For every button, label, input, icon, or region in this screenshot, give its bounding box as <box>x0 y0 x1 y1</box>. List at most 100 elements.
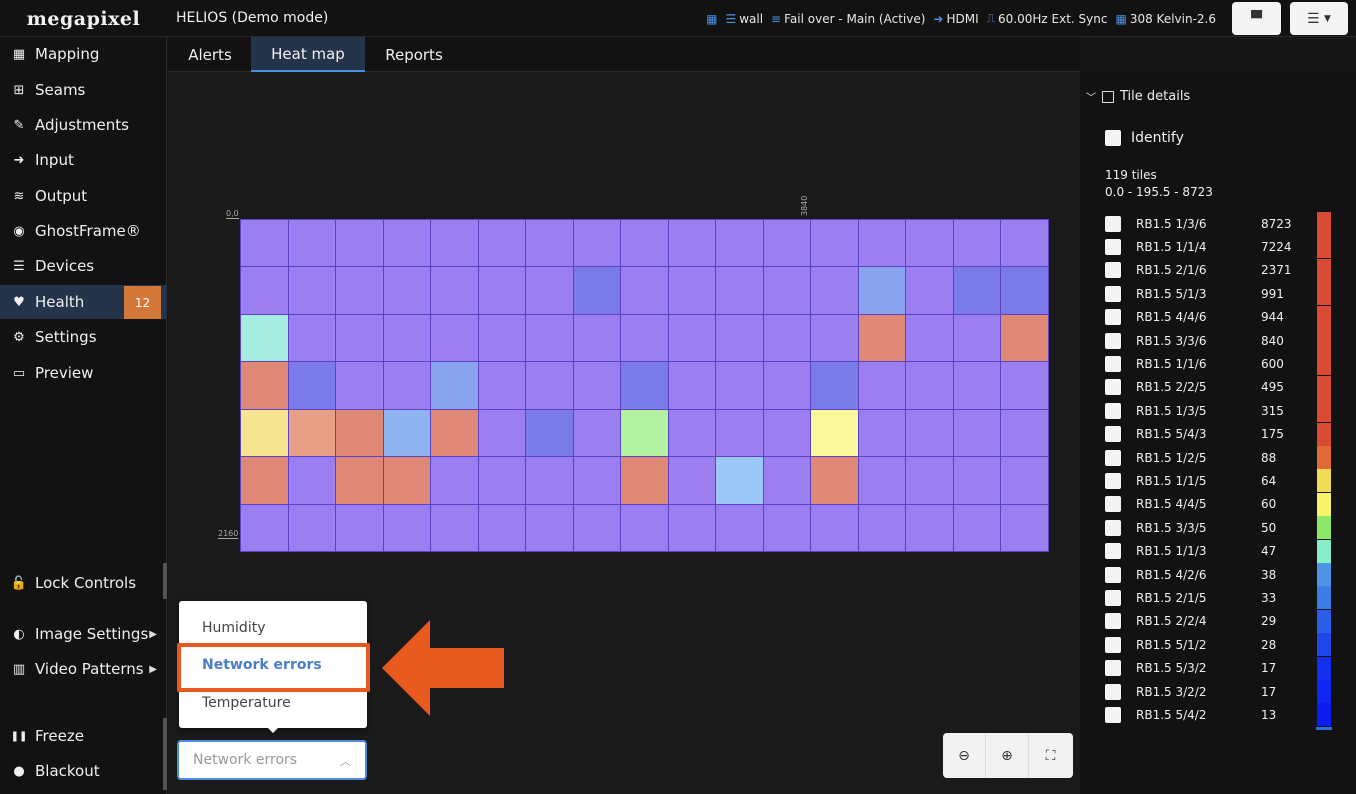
heatmap-tile[interactable] <box>667 313 717 363</box>
heatmap-tile[interactable] <box>905 361 954 410</box>
heatmap-tile[interactable] <box>525 503 574 552</box>
heatmap-tile[interactable] <box>1000 361 1049 410</box>
tile-row[interactable]: RB1.5 3/3/6 840 <box>1105 329 1345 352</box>
heatmap-tile[interactable] <box>382 361 432 410</box>
sidebar-item-adjustments[interactable]: ✎ Adjustments <box>0 108 167 142</box>
heatmap-tile[interactable] <box>905 503 954 552</box>
tile-row[interactable]: RB1.5 2/1/5 33 <box>1105 586 1345 610</box>
tile-checkbox[interactable] <box>1105 332 1121 349</box>
lock-controls-button[interactable]: 🔓 Lock Controls <box>0 566 167 600</box>
tile-checkbox[interactable] <box>1105 660 1121 677</box>
heatmap-tile[interactable] <box>525 456 574 505</box>
heatmap-tile[interactable] <box>572 313 622 363</box>
sidebar-item-ghostframe[interactable]: ◉ GhostFrame® <box>0 214 167 248</box>
tile-checkbox[interactable] <box>1105 309 1121 326</box>
heatmap-tile[interactable] <box>240 408 289 458</box>
heatmap-tile[interactable] <box>477 361 527 410</box>
heatmap-tile[interactable] <box>382 266 432 315</box>
heatmap-tile[interactable] <box>620 266 669 315</box>
heatmap-tile[interactable] <box>857 219 907 268</box>
heatmap-tile[interactable] <box>335 408 384 458</box>
tile-row[interactable]: RB1.5 4/2/6 38 <box>1105 563 1345 586</box>
heatmap-tile[interactable] <box>762 503 812 552</box>
heatmap-tile[interactable] <box>287 503 337 552</box>
tile-row[interactable]: RB1.5 4/4/5 60 <box>1105 492 1345 516</box>
heatmap-tile[interactable] <box>335 219 384 268</box>
tab-heat-map[interactable]: Heat map <box>251 37 365 72</box>
heatmap-tile[interactable] <box>620 408 669 458</box>
tile-row[interactable]: RB1.5 1/3/6 8723 <box>1105 212 1345 235</box>
metric-select[interactable]: Network errors ︿ <box>177 740 367 780</box>
resize-handle[interactable] <box>163 563 167 599</box>
heatmap-tile[interactable] <box>952 219 1002 268</box>
tile-checkbox[interactable] <box>1105 566 1121 583</box>
heatmap-tile[interactable] <box>762 313 812 363</box>
heatmap-tile[interactable] <box>715 503 764 552</box>
heatmap-tile[interactable] <box>240 313 289 363</box>
heatmap-tile[interactable] <box>667 361 717 410</box>
tile-checkbox[interactable] <box>1105 449 1121 466</box>
input-status[interactable]: ➜ HDMI <box>933 11 978 26</box>
heatmap-tile[interactable] <box>572 503 622 552</box>
resize-handle[interactable] <box>163 718 167 790</box>
heatmap-tile[interactable] <box>240 503 289 552</box>
heatmap-tile[interactable] <box>287 456 337 505</box>
heatmap-tile[interactable] <box>952 266 1002 315</box>
tile-row[interactable]: RB1.5 5/4/2 13 <box>1105 703 1345 727</box>
heatmap-tile[interactable] <box>715 219 764 268</box>
tile-row[interactable]: RB1.5 5/4/3 175 <box>1105 422 1345 446</box>
heatmap-tile[interactable] <box>905 219 954 268</box>
tile-checkbox[interactable] <box>1105 238 1121 255</box>
heatmap-tile[interactable] <box>620 503 669 552</box>
heatmap-tile[interactable] <box>762 361 812 410</box>
calendar-status[interactable]: ▦ <box>706 11 717 26</box>
heatmap-tile[interactable] <box>1000 503 1049 552</box>
tile-details-header[interactable]: ﹀ Tile details <box>1086 89 1190 104</box>
zoom-in-button[interactable]: ⊕ <box>986 733 1029 778</box>
heatmap-tile[interactable] <box>287 313 337 363</box>
heatmap-tile[interactable] <box>430 361 479 410</box>
sidebar-item-settings[interactable]: ⚙ Settings <box>0 320 167 354</box>
heatmap-tile[interactable] <box>572 266 622 315</box>
heatmap-tile[interactable] <box>525 219 574 268</box>
heatmap-tile[interactable] <box>477 313 527 363</box>
heatmap-tile[interactable] <box>525 408 574 458</box>
heatmap-tile[interactable] <box>525 313 574 363</box>
heatmap-tile[interactable] <box>477 408 527 458</box>
heatmap-tile[interactable] <box>715 361 764 410</box>
image-settings-menu[interactable]: ◐ Image Settings ▶ <box>0 617 167 651</box>
heatmap-tile[interactable] <box>620 313 669 363</box>
heatmap-tile[interactable] <box>240 361 289 410</box>
heatmap-tile[interactable] <box>430 266 479 315</box>
heatmap-tile[interactable] <box>335 361 384 410</box>
heatmap-tile[interactable] <box>857 503 907 552</box>
heatmap-tile[interactable] <box>810 503 859 552</box>
heatmap-tile[interactable] <box>857 266 907 315</box>
sidebar-item-input[interactable]: ➜ Input <box>0 143 167 177</box>
tile-row[interactable]: RB1.5 2/2/5 495 <box>1105 375 1345 399</box>
heatmap-tile[interactable] <box>762 219 812 268</box>
heatmap-tile[interactable] <box>667 456 717 505</box>
tile-row[interactable]: RB1.5 1/3/5 315 <box>1105 399 1345 423</box>
heatmap-tile[interactable] <box>430 219 479 268</box>
sync-status[interactable]: ⎍ 60.00Hz Ext. Sync <box>987 11 1108 26</box>
heatmap-tile[interactable] <box>287 408 337 458</box>
heatmap-tile[interactable] <box>525 361 574 410</box>
database-menu-button[interactable]: ☰ ▼ <box>1290 2 1348 35</box>
tile-checkbox[interactable] <box>1105 589 1121 606</box>
tile-checkbox[interactable] <box>1105 543 1121 560</box>
heatmap-tile[interactable] <box>715 313 764 363</box>
tile-checkbox[interactable] <box>1105 706 1121 723</box>
tile-checkbox[interactable] <box>1105 519 1121 536</box>
heatmap-tile[interactable] <box>240 266 289 315</box>
chat-button[interactable]: ▀ <box>1232 2 1281 35</box>
tile-checkbox[interactable] <box>1105 215 1121 232</box>
heatmap-tile[interactable] <box>240 219 289 268</box>
tile-checkbox[interactable] <box>1105 355 1121 372</box>
heatmap-tile[interactable] <box>572 219 622 268</box>
heatmap-tile[interactable] <box>572 456 622 505</box>
heatmap-tile[interactable] <box>810 361 859 410</box>
kelvin-status[interactable]: ▦ 308 Kelvin-2.6 <box>1115 11 1216 26</box>
heatmap-tile[interactable] <box>620 456 669 505</box>
heatmap-tile[interactable] <box>715 408 764 458</box>
